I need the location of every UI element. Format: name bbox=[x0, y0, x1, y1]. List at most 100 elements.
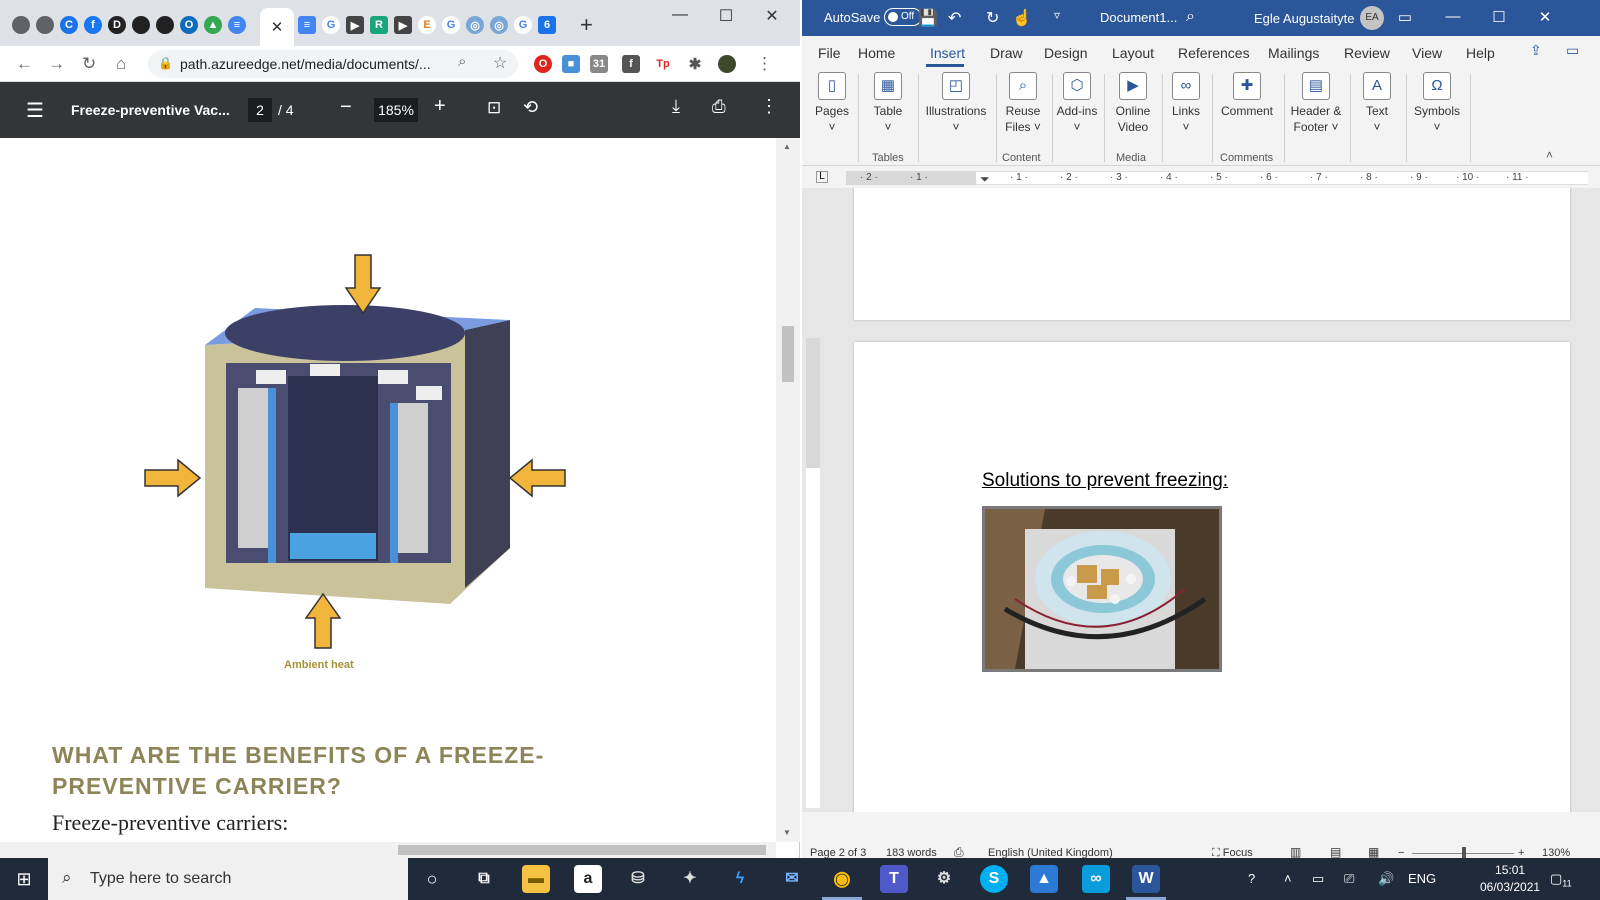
tab-drive-icon[interactable]: ▲ bbox=[204, 16, 222, 34]
tab-view[interactable]: View bbox=[1412, 45, 1442, 61]
tab-insert[interactable]: Insert bbox=[930, 45, 965, 61]
tab-d-icon[interactable]: D bbox=[108, 16, 126, 34]
vpn-icon[interactable]: ϟ bbox=[726, 865, 754, 893]
document-page[interactable] bbox=[854, 188, 1570, 320]
undo-icon[interactable]: ↶ bbox=[948, 8, 961, 28]
chrome-taskbar-icon[interactable]: ◉ bbox=[828, 865, 856, 893]
read-mode-icon[interactable]: ▥ bbox=[1290, 845, 1301, 859]
comments-icon[interactable]: ▭ bbox=[1566, 42, 1579, 59]
tab-google-icon[interactable]: G bbox=[322, 16, 340, 34]
tab-un2-icon[interactable]: ◎ bbox=[490, 16, 508, 34]
tab-r-icon[interactable]: R bbox=[370, 16, 388, 34]
pdf-horizontal-scrollbar[interactable] bbox=[0, 842, 776, 858]
pdf-vertical-scrollbar[interactable]: ▲ ▼ bbox=[776, 138, 800, 842]
pdf-menu-icon[interactable]: ☰ bbox=[26, 98, 44, 123]
illustrations-button[interactable]: ◰ Illustrations ˅ bbox=[922, 72, 990, 135]
tab-mailings[interactable]: Mailings bbox=[1268, 45, 1319, 61]
pages-button[interactable]: ▯ Pages ˅ bbox=[812, 72, 852, 135]
tab-file[interactable]: File bbox=[818, 45, 841, 61]
zoom-out-button[interactable]: − bbox=[340, 96, 352, 119]
zoom-icon[interactable]: ⌕ bbox=[458, 53, 466, 70]
user-avatar[interactable]: EA bbox=[1360, 6, 1384, 30]
tp-extension-icon[interactable]: Tp bbox=[654, 55, 672, 73]
home-icon[interactable]: ⌂ bbox=[116, 54, 126, 74]
profile-avatar-icon[interactable] bbox=[718, 55, 736, 73]
battery-icon[interactable]: ▭ bbox=[1312, 871, 1324, 887]
adblock-extension-icon[interactable]: O bbox=[534, 55, 552, 73]
maximize-button[interactable]: ☐ bbox=[706, 6, 746, 26]
pdf-page-input[interactable]: 2 bbox=[248, 98, 272, 122]
pdf-hscroll-thumb[interactable] bbox=[398, 845, 766, 855]
tab-github-icon[interactable] bbox=[156, 16, 174, 34]
word-close-button[interactable]: ✕ bbox=[1530, 8, 1560, 26]
photos-icon[interactable]: ▲ bbox=[1030, 865, 1058, 893]
save-icon[interactable]: 💾 bbox=[918, 8, 938, 28]
autosave-toggle[interactable]: Off bbox=[884, 8, 922, 26]
teams-icon[interactable]: T bbox=[880, 865, 908, 893]
new-tab-button[interactable]: + bbox=[580, 12, 593, 38]
tab-layout[interactable]: Layout bbox=[1112, 45, 1154, 61]
online-video-button[interactable]: ▶ Online Video bbox=[1108, 72, 1158, 135]
tab-references[interactable]: References bbox=[1178, 45, 1250, 61]
pdf-more-icon[interactable]: ⋮ bbox=[760, 96, 778, 117]
mail-icon[interactable]: ✉ bbox=[778, 865, 806, 893]
tab-slides-icon[interactable]: ▶ bbox=[346, 16, 364, 34]
horizontal-ruler[interactable]: L · 2 · · 1 · ⏷ · 1 · · 2 · · 3 · · 4 · … bbox=[802, 166, 1600, 188]
word-taskbar-icon[interactable]: W bbox=[1132, 865, 1160, 893]
redo-icon[interactable]: ↻ bbox=[986, 8, 999, 28]
print-icon[interactable]: ⎙ bbox=[712, 97, 726, 117]
user-name[interactable]: Egle Augustaityte bbox=[1254, 11, 1354, 26]
print-layout-icon[interactable]: ▤ bbox=[1330, 845, 1341, 859]
extensions-puzzle-icon[interactable]: ✱ bbox=[686, 55, 704, 73]
lock-icon[interactable]: 🔒 bbox=[158, 56, 173, 70]
pdf-scroll-thumb[interactable] bbox=[782, 326, 794, 382]
reuse-files-button[interactable]: ⌕ Reuse Files ˅ bbox=[1000, 72, 1046, 135]
tab-home[interactable]: Home bbox=[858, 45, 895, 61]
tab-e-icon[interactable]: E bbox=[418, 16, 436, 34]
links-button[interactable]: ∞ Links ˅ bbox=[1166, 72, 1206, 135]
indent-marker-icon[interactable]: ⏷ bbox=[980, 172, 990, 187]
header-footer-button[interactable]: ▤ Header & Footer ˅ bbox=[1288, 72, 1344, 135]
ribbon-display-icon[interactable]: ▭ bbox=[1390, 8, 1420, 26]
tab-facebook-icon[interactable]: f bbox=[84, 16, 102, 34]
active-tab[interactable]: ✕ bbox=[260, 8, 294, 46]
amazon-icon[interactable]: a bbox=[574, 865, 602, 893]
tab-review[interactable]: Review bbox=[1344, 45, 1390, 61]
search-icon[interactable]: ⌕ bbox=[1186, 8, 1195, 26]
show-hidden-icons[interactable]: ˄ bbox=[1284, 871, 1292, 886]
tab-close-icon[interactable]: ✕ bbox=[271, 18, 284, 36]
tab-settings-icon[interactable] bbox=[36, 16, 54, 34]
forward-arrow-icon[interactable]: → bbox=[48, 54, 65, 74]
zoom-in-button[interactable]: + bbox=[434, 95, 446, 118]
tab-google3-icon[interactable]: G bbox=[514, 16, 532, 34]
word-maximize-button[interactable]: ☐ bbox=[1484, 8, 1514, 26]
cortana-icon[interactable]: ○ bbox=[418, 865, 446, 893]
symbols-button[interactable]: Ω Symbols ˅ bbox=[1410, 72, 1464, 135]
windows-start-icon[interactable]: ⊞ bbox=[0, 858, 48, 900]
facebook-extension-icon[interactable]: f bbox=[622, 55, 640, 73]
clock[interactable]: 15:01 06/03/2021 bbox=[1480, 862, 1540, 896]
settings-gear-icon[interactable]: ⚙ bbox=[930, 865, 958, 893]
tab-c-icon[interactable]: C bbox=[60, 16, 78, 34]
tab-outlook-icon[interactable]: O bbox=[180, 16, 198, 34]
document-canvas[interactable]: Solutions to prevent freezing: bbox=[802, 188, 1600, 812]
file-explorer-icon[interactable]: ▬ bbox=[522, 865, 550, 893]
tab-docs-icon[interactable]: ≡ bbox=[228, 16, 246, 34]
document-page[interactable]: Solutions to prevent freezing: bbox=[854, 342, 1570, 812]
comment-button[interactable]: ✚ Comment bbox=[1216, 72, 1278, 119]
customize-qat-icon[interactable]: ▿ bbox=[1054, 8, 1060, 22]
download-icon[interactable]: ⤓ bbox=[672, 96, 680, 117]
pdf-zoom-input[interactable]: 185% bbox=[374, 98, 418, 122]
word-minimize-button[interactable]: — bbox=[1438, 8, 1468, 25]
scroll-up-icon[interactable]: ▲ bbox=[783, 142, 791, 151]
share-icon[interactable]: ⇪ bbox=[1530, 42, 1542, 59]
tab-draw[interactable]: Draw bbox=[990, 45, 1023, 61]
touch-mode-icon[interactable]: ☝ bbox=[1012, 8, 1032, 28]
tab-github-icon[interactable] bbox=[132, 16, 150, 34]
tab-stop-icon[interactable]: L bbox=[816, 171, 828, 183]
store-icon[interactable]: ⛁ bbox=[624, 865, 652, 893]
url-text[interactable]: path.azureedge.net/media/documents/... bbox=[180, 56, 431, 72]
add-ins-button[interactable]: ⬡ Add-ins ˅ bbox=[1056, 72, 1098, 135]
document-name[interactable]: Document1... bbox=[1100, 10, 1177, 25]
close-window-button[interactable]: ✕ bbox=[752, 6, 792, 26]
